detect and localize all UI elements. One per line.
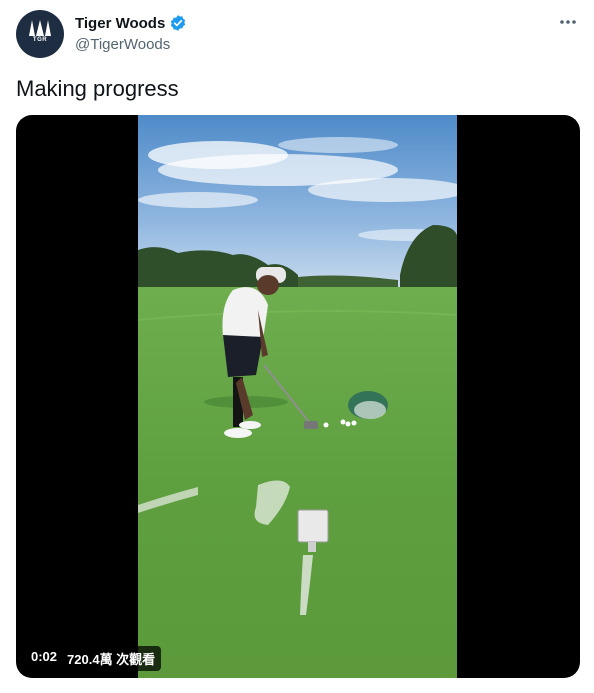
author-handle[interactable]: @TigerWoods — [75, 36, 170, 53]
video-info-overlay: 0:02 720.4萬 次觀看 — [25, 646, 162, 671]
more-options-button[interactable] — [554, 12, 582, 32]
avatar[interactable]: TGR — [16, 10, 64, 58]
verified-badge-icon — [171, 15, 186, 31]
more-options-icon — [560, 20, 576, 24]
author-name-row: Tiger Woods — [75, 14, 187, 32]
author-display-name[interactable]: Tiger Woods — [75, 15, 165, 32]
video-elapsed-time: 0:02 — [31, 649, 58, 664]
avatar-logo-text: TGR — [32, 37, 48, 43]
video-player[interactable]: 0:02 720.4萬 次觀看 — [16, 115, 580, 678]
video-view-count: 720.4萬 次觀看 — [67, 652, 156, 667]
avatar-logo-subtext — [40, 44, 41, 48]
tgr-logo-icon — [29, 20, 51, 36]
video-frame[interactable] — [138, 115, 457, 678]
video-still-image — [138, 115, 457, 678]
tweet-text: Making progress — [16, 76, 179, 101]
